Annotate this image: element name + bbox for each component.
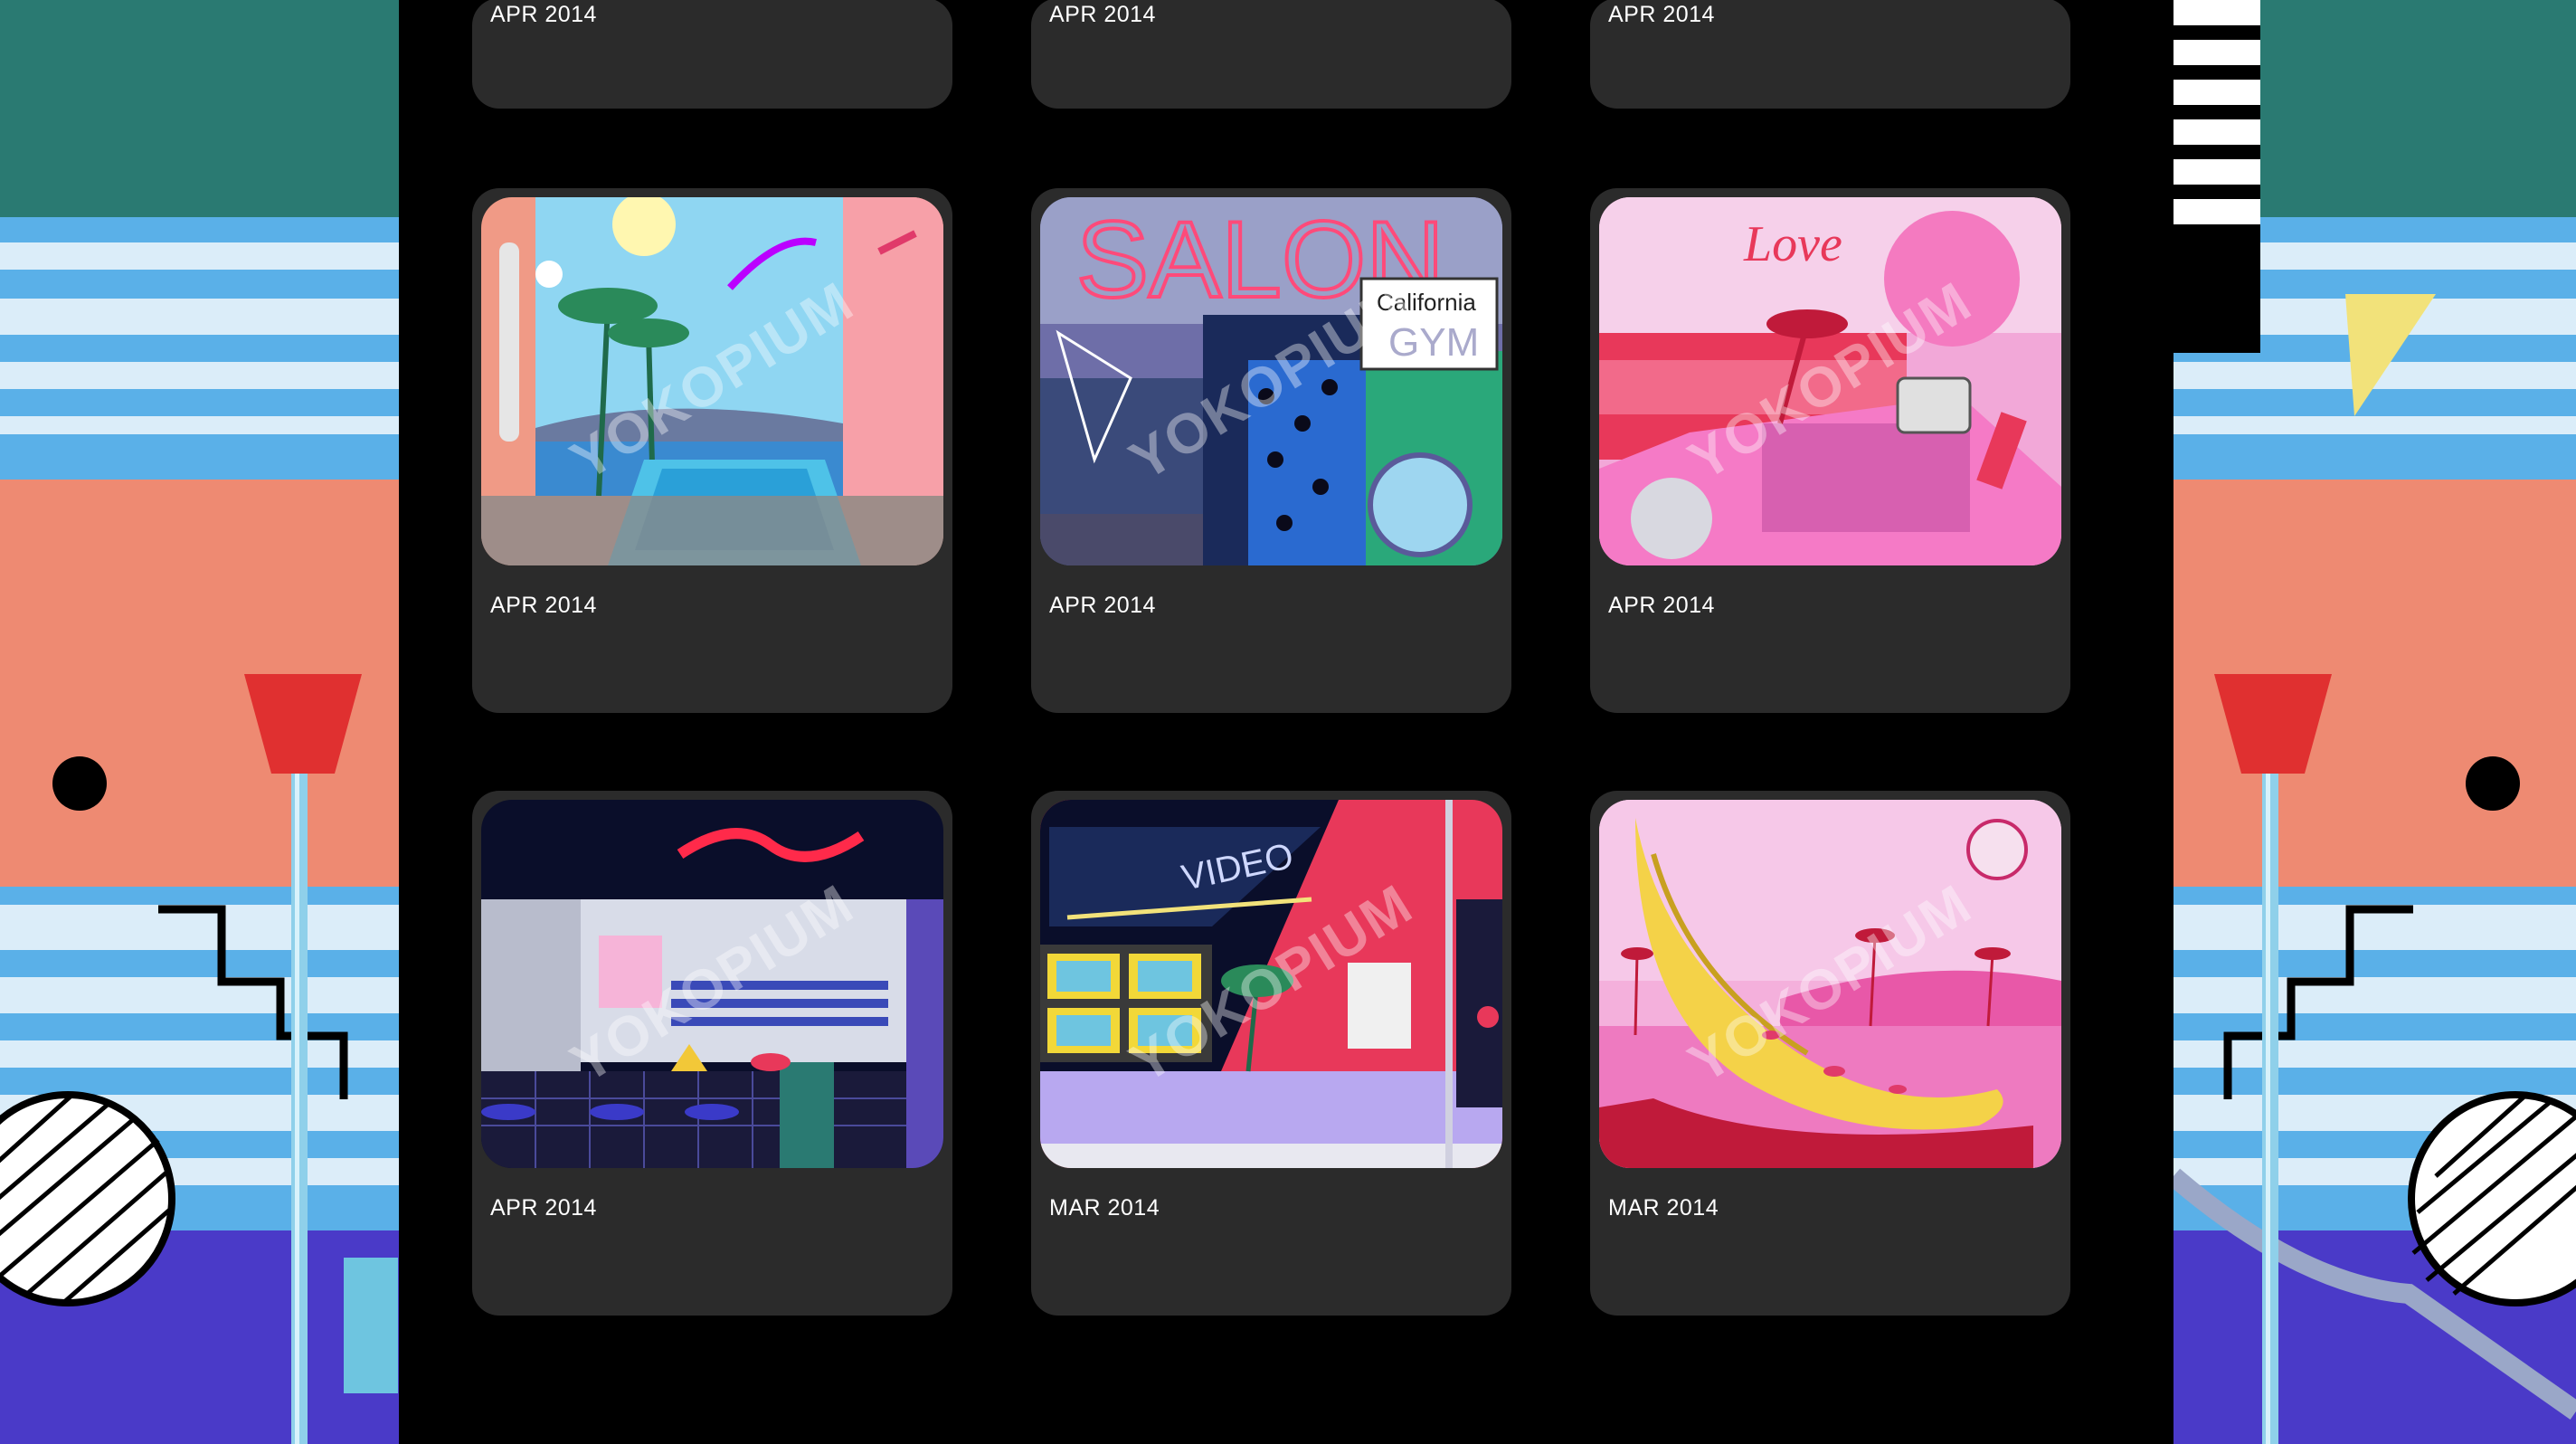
love-pink-room-artwork[interactable]: Love YOKOPIUM bbox=[1599, 197, 2061, 565]
left-decorative-panel bbox=[0, 0, 399, 1444]
banana-palm-artwork[interactable]: YOKOPIUM bbox=[1599, 800, 2061, 1168]
card-date: APR 2014 bbox=[1049, 2, 1156, 27]
memphis-pattern-left bbox=[0, 0, 399, 1444]
card-date: APR 2014 bbox=[1049, 593, 1156, 618]
svg-text:GYM: GYM bbox=[1388, 320, 1479, 365]
gallery-card[interactable]: SALON California GYM YOKOPIUM APR 2014 bbox=[1031, 188, 1511, 713]
salon-california-gym-artwork[interactable]: SALON California GYM YOKOPIUM bbox=[1040, 197, 1502, 565]
right-decorative-panel bbox=[2174, 0, 2576, 1444]
gallery-card[interactable]: APR 2014 bbox=[472, 0, 952, 109]
bathroom-with-pool-artwork[interactable]: YOKOPIUM bbox=[481, 197, 943, 565]
gallery-main: APR 2014 APR 2014 APR 2014 YOKOPIUM APR … bbox=[399, 0, 2174, 1444]
card-date: APR 2014 bbox=[1608, 2, 1715, 27]
gallery-card[interactable]: YOKOPIUM APR 2014 bbox=[472, 791, 952, 1316]
card-date: APR 2014 bbox=[490, 1195, 597, 1221]
gallery-card[interactable]: Love YOKOPIUM APR 2014 bbox=[1590, 188, 2070, 713]
memphis-pattern-right bbox=[2174, 0, 2576, 1444]
card-date: MAR 2014 bbox=[1049, 1195, 1160, 1221]
card-date: APR 2014 bbox=[1608, 593, 1715, 618]
gallery-card[interactable]: VIDEO YOKOPIUM MAR 2014 bbox=[1031, 791, 1511, 1316]
neon-kitchen-artwork[interactable]: YOKOPIUM bbox=[481, 800, 943, 1168]
gallery-card[interactable]: APR 2014 bbox=[1031, 0, 1511, 109]
svg-text:California: California bbox=[1377, 289, 1476, 316]
svg-text:Love: Love bbox=[1743, 216, 1842, 272]
card-date: APR 2014 bbox=[490, 2, 597, 27]
gallery-card[interactable]: APR 2014 bbox=[1590, 0, 2070, 109]
card-date: MAR 2014 bbox=[1608, 1195, 1719, 1221]
video-store-artwork[interactable]: VIDEO YOKOPIUM bbox=[1040, 800, 1502, 1168]
card-date: APR 2014 bbox=[490, 593, 597, 618]
gallery-card[interactable]: YOKOPIUM APR 2014 bbox=[472, 188, 952, 713]
gallery-card[interactable]: YOKOPIUM MAR 2014 bbox=[1590, 791, 2070, 1316]
